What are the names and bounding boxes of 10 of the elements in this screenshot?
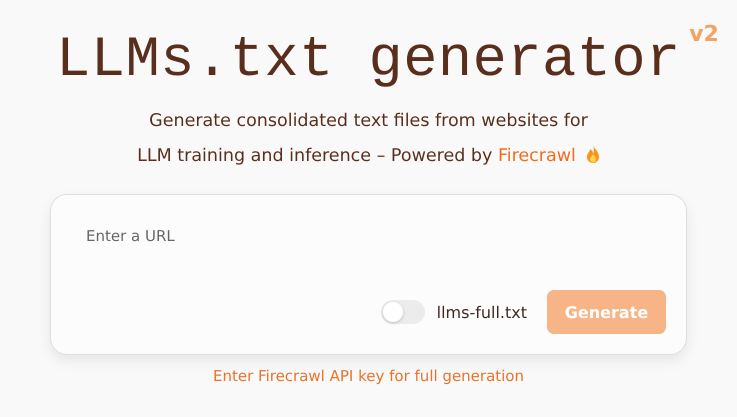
page-title: LLMs.txt generator	[56, 28, 681, 94]
subtitle-line: LLM training and inference – Powered by Firecrawl	[137, 146, 576, 166]
subtitle-line: Generate consolidated text files from websites for	[149, 111, 588, 131]
url-field[interactable]: Enter a URL	[86, 227, 486, 245]
flame-icon	[586, 145, 600, 164]
version-label: v2	[689, 22, 719, 47]
toggle-switch[interactable]	[380, 300, 425, 324]
api-key-link[interactable]: Enter Firecrawl API key for full generation	[213, 367, 524, 385]
toggle-label: llms-full.txt	[436, 302, 527, 322]
firecrawl-link[interactable]: Firecrawl	[498, 146, 576, 166]
